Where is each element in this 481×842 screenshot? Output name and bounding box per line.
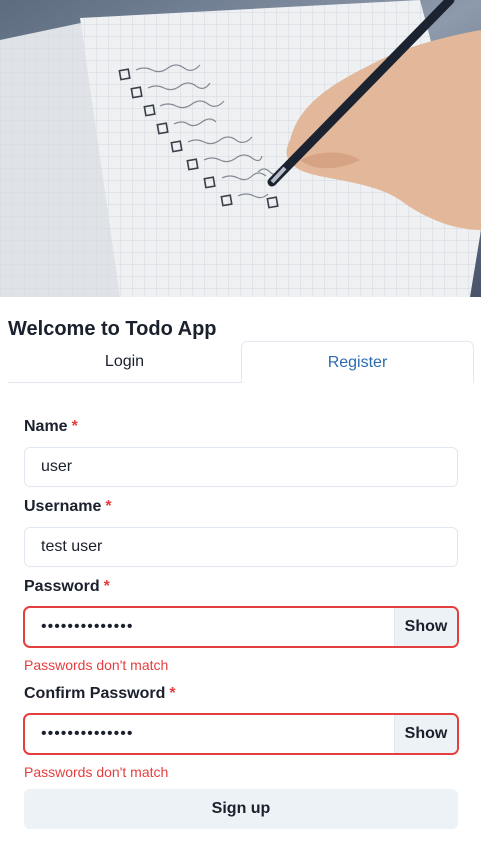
confirm-password-input-value: •••••••••••••• [41, 725, 134, 742]
password-error: Passwords don't match [24, 657, 169, 673]
name-label: Name * [24, 418, 78, 436]
required-mark: * [71, 418, 78, 435]
required-mark: * [105, 498, 112, 515]
required-mark: * [169, 685, 176, 702]
sign-up-button[interactable]: Sign up [24, 789, 458, 829]
auth-tabs: Login Register [8, 341, 474, 383]
tab-login[interactable]: Login [8, 341, 241, 383]
password-show-button[interactable]: Show [394, 608, 457, 646]
hero-image [0, 0, 481, 297]
confirm-password-error: Passwords don't match [24, 764, 169, 780]
confirm-password-label-text: Confirm Password [24, 685, 166, 702]
password-label-text: Password [24, 578, 100, 595]
name-label-text: Name [24, 418, 68, 435]
username-input[interactable]: test user [24, 527, 458, 567]
confirm-password-label: Confirm Password * [24, 685, 176, 703]
password-label: Password * [24, 578, 110, 596]
username-input-value: test user [41, 538, 103, 555]
username-label: Username * [24, 498, 112, 516]
required-mark: * [103, 578, 110, 595]
confirm-password-show-button[interactable]: Show [394, 715, 457, 753]
password-input[interactable]: •••••••••••••• Show [24, 607, 458, 647]
name-input-value: user [41, 458, 73, 475]
password-input-value: •••••••••••••• [41, 618, 134, 635]
tab-register[interactable]: Register [241, 341, 474, 383]
page-title: Welcome to Todo App [8, 318, 217, 340]
username-label-text: Username [24, 498, 102, 515]
name-input[interactable]: user [24, 447, 458, 487]
notebook-illustration [0, 0, 481, 297]
confirm-password-input[interactable]: •••••••••••••• Show [24, 714, 458, 754]
